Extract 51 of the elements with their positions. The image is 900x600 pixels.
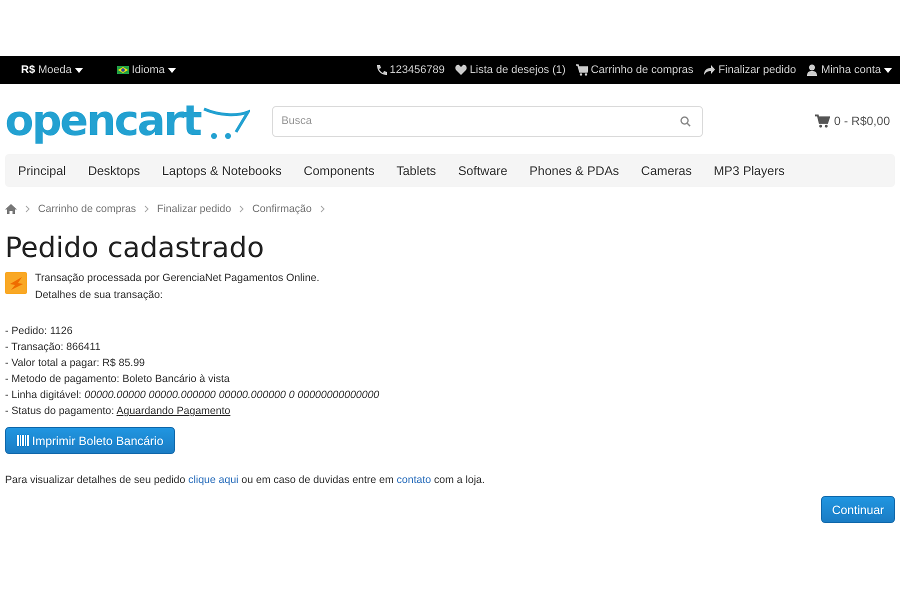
detail-line: - Valor total a pagar: R$ 85.99	[5, 357, 146, 369]
search-field[interactable]: Busca	[272, 106, 704, 136]
print-boleto-button[interactable]: Imprimir Boleto Bancário	[5, 427, 176, 454]
caret-icon	[168, 68, 176, 72]
chevron-icon	[144, 205, 150, 213]
order-details-link[interactable]: clique aqui	[188, 474, 238, 486]
search-icon	[680, 116, 692, 126]
menu-item[interactable]: Desktops	[76, 164, 152, 178]
cart-total-button[interactable]: 0 - R$0,00	[814, 114, 890, 128]
continue-button[interactable]: Continuar	[820, 496, 895, 523]
menu-item[interactable]: Phones & PDAs	[518, 164, 630, 178]
user-icon	[806, 64, 818, 76]
notice-text: Detalhes de sua transação:	[35, 289, 164, 301]
chevron-icon	[320, 205, 325, 213]
detail-line: - Pedido: 1126	[5, 325, 74, 337]
detail-line: - Linha digitável: 00000.00000 00000.000000 00000.000000 0 00000000000000	[5, 389, 380, 401]
caret-icon	[74, 68, 83, 72]
menu-item[interactable]: Cameras	[630, 164, 703, 178]
account-link[interactable]: Minha conta	[806, 64, 892, 76]
cart-link[interactable]: Carrinho de compras	[576, 64, 694, 76]
currency-dropdown[interactable]: R$ Moeda	[21, 64, 83, 76]
phone-link[interactable]: 123456789	[374, 64, 445, 76]
share-arrow-icon	[703, 64, 716, 76]
detail-line: - Status do pagamento: Aguardando Pagamento	[5, 405, 232, 417]
phone-icon	[374, 64, 387, 76]
detail-line: - Transação: 866411	[5, 341, 102, 353]
menu-item[interactable]: MP3 Players	[702, 164, 796, 178]
detail-line: - Metodo de pagamento: Boleto Bancário à vista	[5, 373, 231, 385]
brazil-flag-icon	[116, 66, 129, 74]
cart-icon	[814, 114, 830, 128]
cart-icon	[576, 64, 588, 76]
menu-item[interactable]: Software	[447, 164, 518, 178]
help-text: Para visualizar detalhes de seu pedido clique aqui ou em caso de duvidas entre em contato com a loja.	[5, 474, 486, 486]
barcode-icon	[17, 435, 29, 446]
chevron-icon	[25, 205, 30, 213]
wishlist-link[interactable]: Lista de desejos (1)	[454, 64, 566, 76]
heart-icon	[454, 64, 467, 76]
breadcrumb-link[interactable]: Finalizar pedido	[157, 203, 232, 215]
checkout-link[interactable]: Finalizar pedido	[703, 64, 796, 76]
menu-item[interactable]: Components	[292, 164, 386, 178]
breadcrumb-link[interactable]: Confirmação	[252, 203, 312, 215]
menu-item[interactable]: Tablets	[385, 164, 448, 178]
page-title: Pedido cadastrado	[5, 231, 266, 264]
menu-item[interactable]: Laptops & Notebooks	[151, 164, 293, 178]
notice-text: Transação processada por GerenciaNet Pagamentos Online.	[35, 272, 320, 284]
home-icon	[5, 204, 17, 214]
menu-item[interactable]: Principal	[7, 164, 77, 178]
breadcrumb-link[interactable]: Carrinho de compras	[38, 203, 136, 215]
contact-link[interactable]: contato	[396, 474, 432, 486]
chevron-icon	[239, 205, 244, 213]
language-dropdown[interactable]: Idioma	[116, 64, 176, 76]
